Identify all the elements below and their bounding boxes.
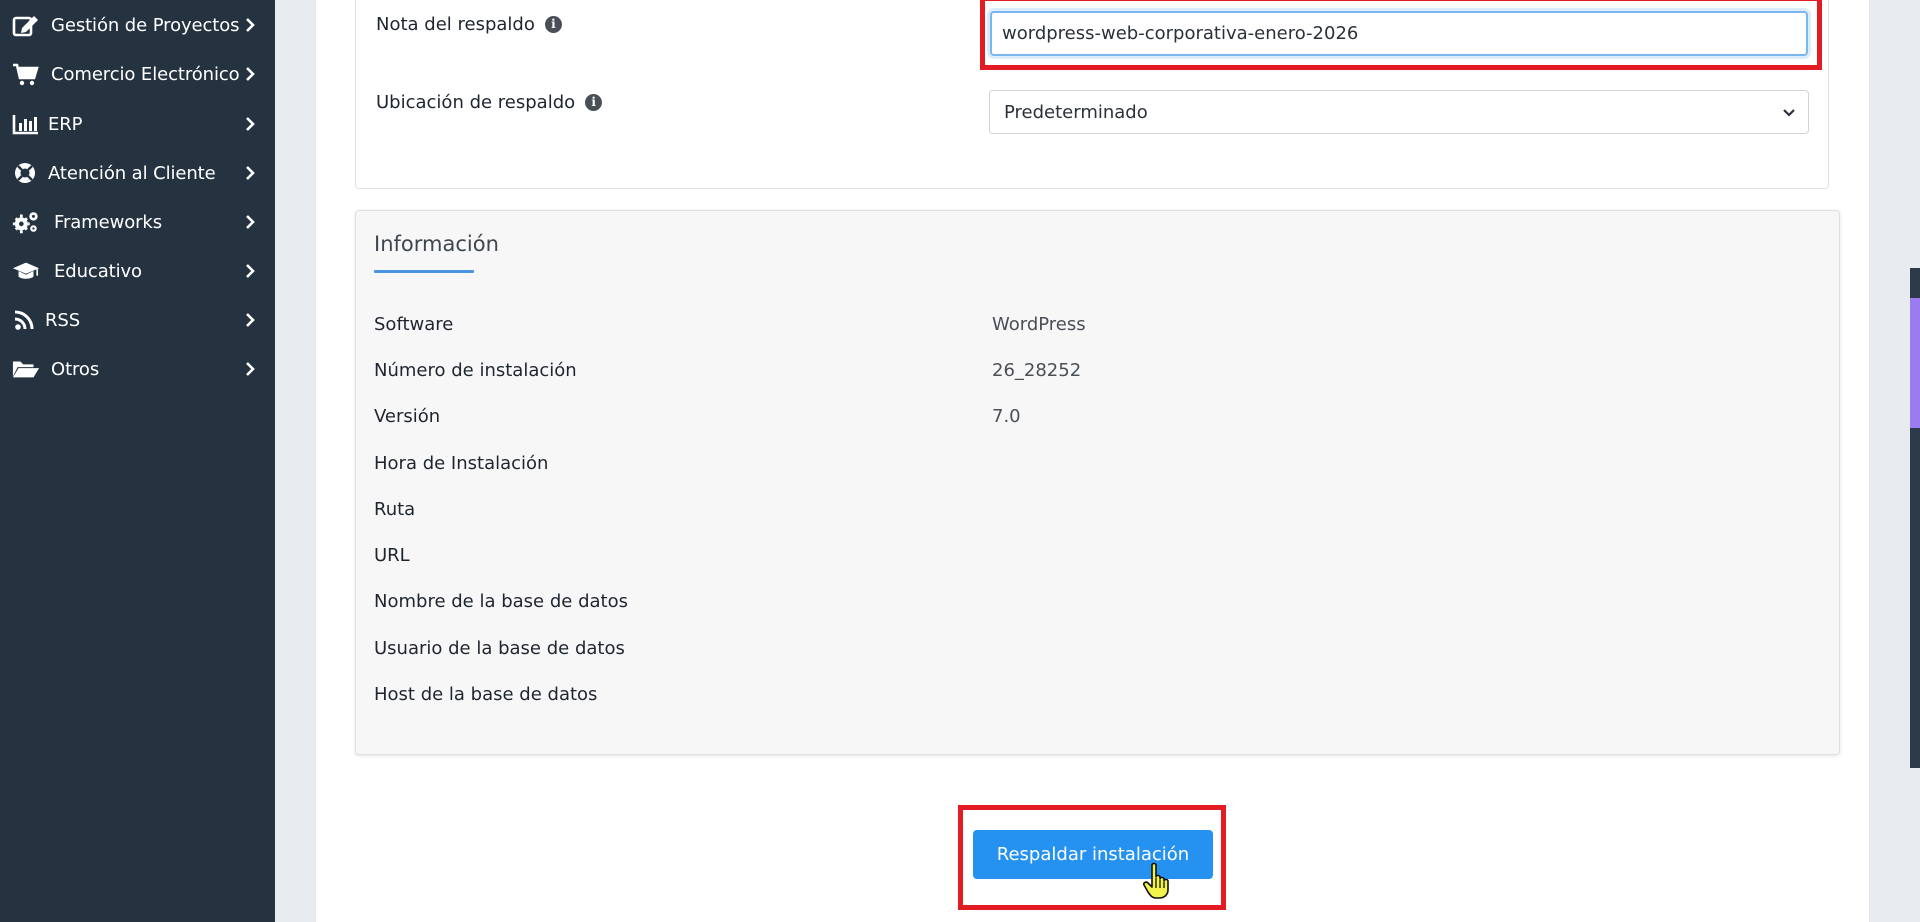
sidebar-item-label: ERP: [48, 114, 83, 135]
info-label-url: URL: [374, 545, 410, 566]
sidebar: Gestión de Proyectos Comercio Electrónic…: [0, 0, 275, 922]
chevron-right-icon: [246, 362, 255, 376]
hand-pointer-icon: [1143, 862, 1169, 899]
chart-bar-icon: [12, 112, 40, 136]
info-label-numero-instalacion: Número de instalación: [374, 360, 577, 381]
note-label-text: Nota del respaldo: [376, 14, 535, 35]
graduation-cap-icon: [12, 259, 40, 283]
sidebar-item-label: Gestión de Proyectos: [51, 15, 240, 36]
info-icon[interactable]: i: [544, 16, 562, 33]
chevron-right-icon: [246, 18, 255, 32]
cogs-icon: [12, 210, 40, 234]
location-label-text: Ubicación de respaldo: [376, 92, 576, 113]
info-label-hora-instalacion: Hora de Instalación: [374, 453, 549, 474]
scroll-indicator[interactable]: [1910, 268, 1920, 768]
sidebar-item-label: RSS: [45, 310, 81, 331]
backup-location-select[interactable]: Predeterminado: [989, 90, 1809, 134]
chevron-right-icon: [246, 117, 255, 131]
info-value-numero-instalacion: 26_28252: [992, 360, 1082, 381]
rss-icon: [12, 308, 40, 332]
chevron-down-icon: [1783, 109, 1795, 117]
info-label-nombre-bd: Nombre de la base de datos: [374, 591, 628, 612]
sidebar-item-atencion-cliente[interactable]: Atención al Cliente: [0, 153, 275, 193]
info-icon[interactable]: i: [585, 94, 603, 111]
backup-location-selected: Predeterminado: [1004, 101, 1148, 123]
edit-icon: [12, 13, 40, 37]
sidebar-item-label: Educativo: [54, 261, 142, 282]
info-label-version: Versión: [374, 406, 441, 427]
sidebar-item-gestion-proyectos[interactable]: Gestión de Proyectos: [0, 5, 275, 45]
location-label: Ubicación de respaldo i: [376, 92, 603, 113]
sidebar-item-label: Atención al Cliente: [48, 163, 216, 184]
info-label-usuario-bd: Usuario de la base de datos: [374, 638, 625, 659]
chevron-right-icon: [246, 313, 255, 327]
lifebuoy-icon: [12, 161, 40, 185]
sidebar-item-label: Comercio Electrónico: [51, 64, 240, 85]
info-panel: [355, 210, 1840, 755]
sidebar-item-comercio-electronico[interactable]: Comercio Electrónico: [0, 54, 275, 94]
sidebar-item-label: Frameworks: [54, 212, 163, 233]
cart-icon: [12, 62, 40, 86]
info-label-ruta: Ruta: [374, 499, 416, 520]
sidebar-item-erp[interactable]: ERP: [0, 104, 275, 144]
sidebar-item-otros[interactable]: Otros: [0, 349, 275, 389]
sidebar-item-educativo[interactable]: Educativo: [0, 251, 275, 291]
info-title: Información: [374, 232, 499, 256]
note-label: Nota del respaldo i: [376, 14, 562, 35]
info-value-software: WordPress: [992, 314, 1086, 335]
sidebar-item-frameworks[interactable]: Frameworks: [0, 202, 275, 242]
chevron-right-icon: [246, 166, 255, 180]
sidebar-item-rss[interactable]: RSS: [0, 300, 275, 340]
chevron-right-icon: [246, 264, 255, 278]
backup-installation-button[interactable]: Respaldar instalación: [973, 830, 1213, 879]
info-label-host-bd: Host de la base de datos: [374, 684, 598, 705]
folder-open-icon: [12, 357, 40, 381]
info-title-underline: [374, 270, 474, 273]
info-label-software: Software: [374, 314, 454, 335]
chevron-right-icon: [246, 67, 255, 81]
chevron-right-icon: [246, 215, 255, 229]
sidebar-item-label: Otros: [51, 359, 100, 380]
info-value-version: 7.0: [992, 406, 1021, 427]
backup-note-input[interactable]: [990, 11, 1808, 56]
